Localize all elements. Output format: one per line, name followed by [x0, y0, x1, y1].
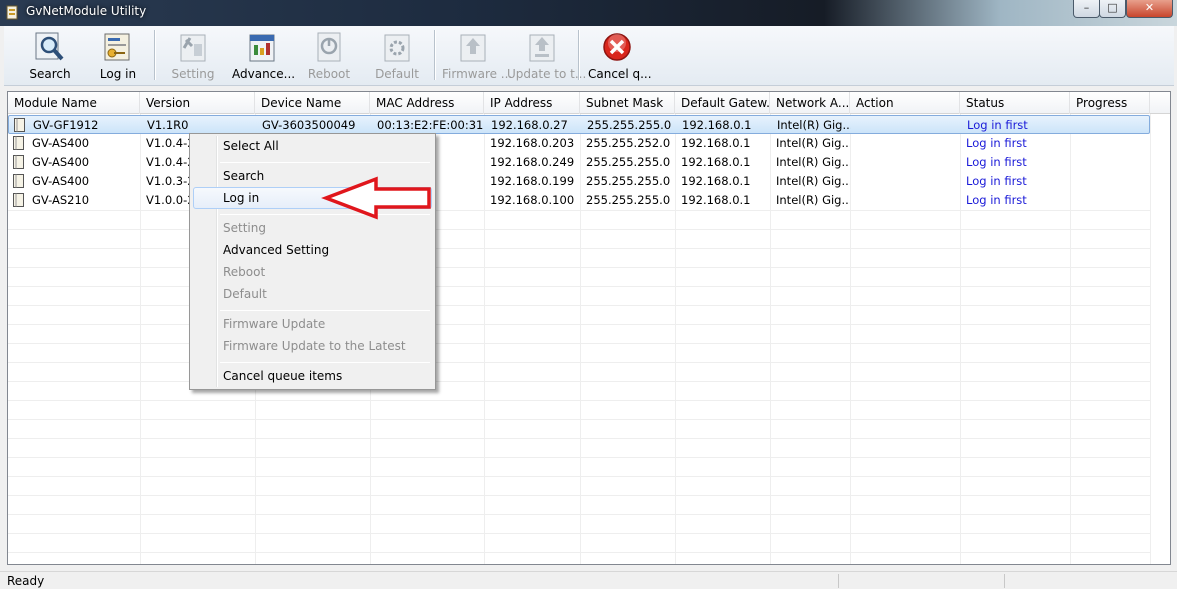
annotation-arrow-icon	[321, 176, 431, 220]
toolbar: Search Log in Setting Advance... Reboot …	[4, 26, 1174, 86]
update-latest-icon	[529, 34, 555, 62]
status-text: Ready	[7, 574, 45, 588]
column-header[interactable]: Network A...	[770, 92, 850, 114]
menu-item-advanced-setting[interactable]: Advanced Setting	[193, 239, 432, 261]
advanced-setting-icon	[249, 34, 275, 62]
column-header[interactable]: Module Name	[8, 92, 140, 114]
table-row[interactable]: GV-AS210 V1.0.0-2 1B:86 192.168.0.100 25…	[8, 191, 1150, 210]
module-list[interactable]: Module Name Version Device Name MAC Addr…	[7, 91, 1171, 565]
minimize-button[interactable]: –	[1073, 0, 1100, 18]
module-icon	[13, 136, 24, 150]
status-text: Log in first	[966, 155, 1027, 169]
app-icon	[6, 5, 18, 20]
menu-item-select-all[interactable]: Select All	[193, 135, 432, 157]
status-text: Log in first	[966, 136, 1027, 150]
column-header[interactable]: Action	[850, 92, 960, 114]
status-text: Log in first	[966, 174, 1027, 188]
reboot-icon	[317, 32, 341, 62]
column-header[interactable]: Device Name	[255, 92, 370, 114]
column-header[interactable]: MAC Address	[370, 92, 484, 114]
firmware-update-button[interactable]: Firmware ...	[442, 30, 512, 84]
context-menu: Select All Search Log in Setting Advance…	[189, 133, 436, 390]
menu-item-firmware-update-latest[interactable]: Firmware Update to the Latest	[193, 335, 432, 357]
column-header[interactable]: Version	[140, 92, 255, 114]
column-header[interactable]: Progress	[1070, 92, 1150, 114]
table-row[interactable]: GV-GF1912 V1.1R0 GV-3603500049 00:13:E2:…	[8, 115, 1150, 134]
search-button[interactable]: Search	[28, 30, 72, 84]
table-row[interactable]: GV-AS400 V1.0.4-2 10:EC 192.168.0.203 25…	[8, 134, 1150, 153]
title-bar: GvNetModule Utility – □ ✕	[0, 0, 1177, 26]
module-icon	[13, 193, 24, 207]
column-header[interactable]: Status	[960, 92, 1070, 114]
menu-item-reboot[interactable]: Reboot	[193, 261, 432, 283]
column-header[interactable]: Subnet Mask	[580, 92, 675, 114]
column-header[interactable]: IP Address	[484, 92, 580, 114]
module-icon	[13, 174, 24, 188]
close-button[interactable]: ✕	[1126, 0, 1173, 18]
column-header[interactable]: Default Gatew...	[675, 92, 770, 114]
update-latest-button[interactable]: Update to t...	[507, 30, 586, 84]
menu-item-cancel-queue[interactable]: Cancel queue items	[193, 365, 432, 387]
search-icon	[35, 32, 64, 61]
menu-item-default[interactable]: Default	[193, 283, 432, 305]
window-title: GvNetModule Utility	[26, 4, 147, 18]
module-icon	[14, 118, 25, 132]
module-icon	[13, 155, 24, 169]
table-header: Module Name Version Device Name MAC Addr…	[8, 92, 1170, 114]
status-text: Log in first	[966, 193, 1027, 207]
advanced-setting-button[interactable]: Advance...	[232, 30, 295, 84]
login-icon	[104, 33, 130, 61]
setting-button[interactable]: Setting	[168, 30, 218, 84]
status-bar: Ready	[0, 571, 1177, 589]
menu-item-firmware-update[interactable]: Firmware Update	[193, 313, 432, 335]
status-text: Log in first	[967, 118, 1028, 132]
login-button[interactable]: Log in	[96, 30, 140, 84]
setting-icon	[180, 34, 206, 62]
firmware-update-icon	[460, 34, 486, 62]
default-icon	[384, 34, 410, 62]
cancel-icon	[603, 33, 631, 61]
main-window: Search Log in Setting Advance... Reboot …	[0, 26, 1177, 589]
reboot-button[interactable]: Reboot	[306, 30, 352, 84]
maximize-button[interactable]: □	[1099, 0, 1126, 18]
default-button[interactable]: Default	[374, 30, 420, 84]
cancel-queue-button[interactable]: Cancel q...	[588, 30, 652, 84]
table-row[interactable]: GV-AS400 V1.0.4-2 6B:B7 192.168.0.249 25…	[8, 153, 1150, 172]
table-row[interactable]: GV-AS400 V1.0.3-2 CF:B1 192.168.0.199 25…	[8, 172, 1150, 191]
